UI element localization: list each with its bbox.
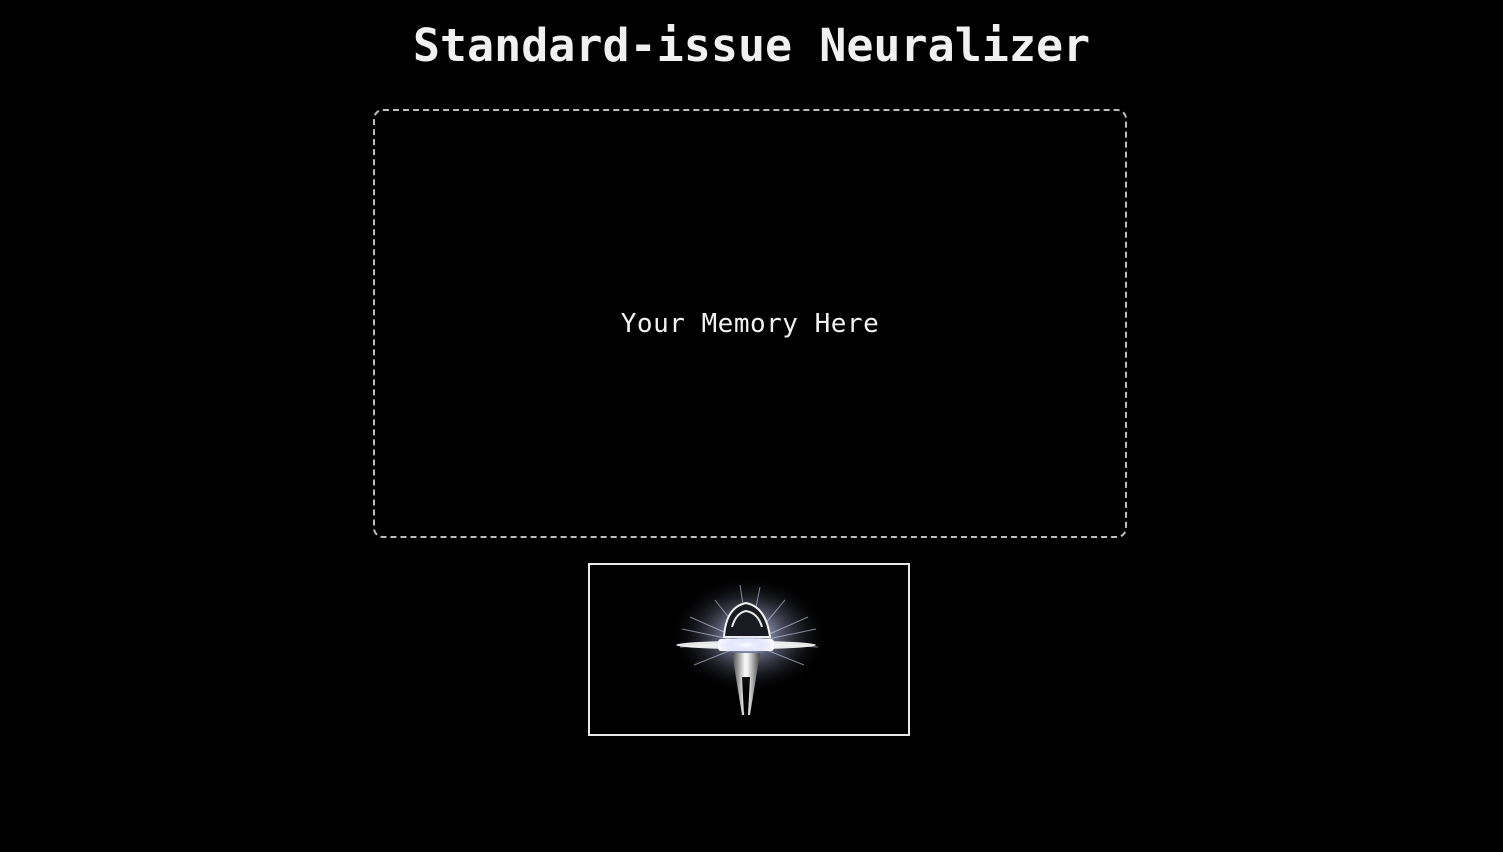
memory-zone-label: Your Memory Here: [620, 308, 880, 339]
memory-drop-zone[interactable]: Your Memory Here: [373, 109, 1127, 538]
page-title: Standard-issue Neuralizer: [412, 19, 1091, 72]
neuralizer-flash-icon: [669, 575, 829, 715]
neuralizer-button[interactable]: [588, 563, 910, 736]
